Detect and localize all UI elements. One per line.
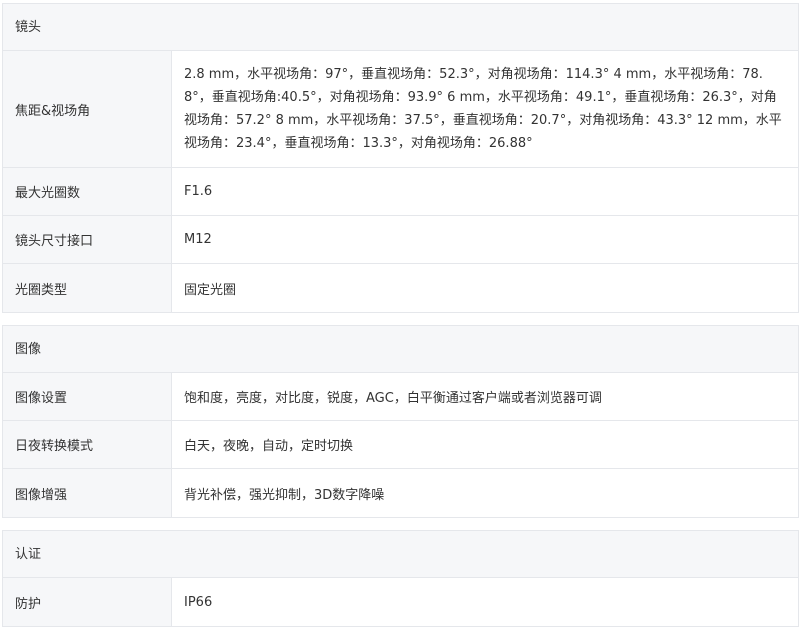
spec-label-text: 图像增强: [15, 487, 68, 503]
spec-label-text: 日夜转换模式: [15, 439, 94, 454]
spec-value: F1.6: [172, 168, 798, 215]
spec-label-text: 最大光圈数: [15, 186, 81, 201]
spec-label-text: 防护: [15, 596, 42, 612]
spec-label-text: 光圈类型: [15, 282, 68, 298]
spec-row-max-aperture: 最大光圈数 F1.6: [3, 168, 798, 216]
spec-label-text: 镜头尺寸接口: [15, 234, 94, 249]
section-title: 图像: [3, 326, 798, 373]
spec-label: 日夜转换模式: [3, 421, 172, 468]
spec-label: 光圈类型: [3, 264, 172, 312]
spec-value-text: 背光补偿，强光抑制，3D数字降噪: [184, 487, 385, 503]
section-title: 镜头: [3, 4, 798, 51]
spec-row-focal-length: 焦距&视场角 2.8 mm，水平视场角：97°，垂直视场角：52.3°，对角视场…: [3, 51, 798, 168]
spec-row-image-enhancement: 图像增强 背光补偿，强光抑制，3D数字降噪: [3, 469, 798, 517]
spec-row-image-settings: 图像设置 饱和度，亮度，对比度，锐度，AGC，白平衡通过客户端或者浏览器可调: [3, 373, 798, 421]
spec-section-lens: 镜头 焦距&视场角 2.8 mm，水平视场角：97°，垂直视场角：52.3°，对…: [2, 3, 799, 313]
spec-label: 镜头尺寸接口: [3, 216, 172, 263]
spec-row-aperture-type: 光圈类型 固定光圈: [3, 264, 798, 312]
spec-value: 背光补偿，强光抑制，3D数字降噪: [172, 469, 798, 517]
spec-value-text: F1.6: [184, 184, 213, 199]
spec-value-text: M12: [184, 232, 212, 247]
spec-section-certification: 认证 防护 IP66: [2, 530, 799, 627]
spec-value-text: 饱和度，亮度，对比度，锐度，AGC，白平衡通过客户端或者浏览器可调: [184, 391, 602, 406]
spec-label: 图像设置: [3, 373, 172, 420]
spec-label: 焦距&视场角: [3, 51, 172, 167]
spec-label-text: 图像设置: [15, 391, 68, 406]
spec-value: 饱和度，亮度，对比度，锐度，AGC，白平衡通过客户端或者浏览器可调: [172, 373, 798, 420]
spec-label: 防护: [3, 578, 172, 626]
spec-value: 2.8 mm，水平视场角：97°，垂直视场角：52.3°，对角视场角：114.3…: [172, 51, 798, 167]
spec-value: 固定光圈: [172, 264, 798, 312]
spec-row-day-night-mode: 日夜转换模式 白天，夜晚，自动，定时切换: [3, 421, 798, 469]
spec-value-text: IP66: [184, 594, 213, 610]
spec-value-text: 白天，夜晚，自动，定时切换: [184, 439, 354, 454]
spec-row-protection: 防护 IP66: [3, 578, 798, 626]
spec-row-lens-mount: 镜头尺寸接口 M12: [3, 216, 798, 264]
spec-value: IP66: [172, 578, 798, 626]
spec-section-image: 图像 图像设置 饱和度，亮度，对比度，锐度，AGC，白平衡通过客户端或者浏览器可…: [2, 325, 799, 518]
spec-label: 图像增强: [3, 469, 172, 517]
spec-value-text: 固定光圈: [184, 282, 237, 298]
spec-label: 最大光圈数: [3, 168, 172, 215]
spec-value-text: 2.8 mm，水平视场角：97°，垂直视场角：52.3°，对角视场角：114.3…: [184, 67, 782, 151]
section-title: 认证: [3, 531, 798, 578]
spec-value: 白天，夜晚，自动，定时切换: [172, 421, 798, 468]
spec-label-text: 焦距&视场角: [15, 103, 91, 119]
spec-value: M12: [172, 216, 798, 263]
